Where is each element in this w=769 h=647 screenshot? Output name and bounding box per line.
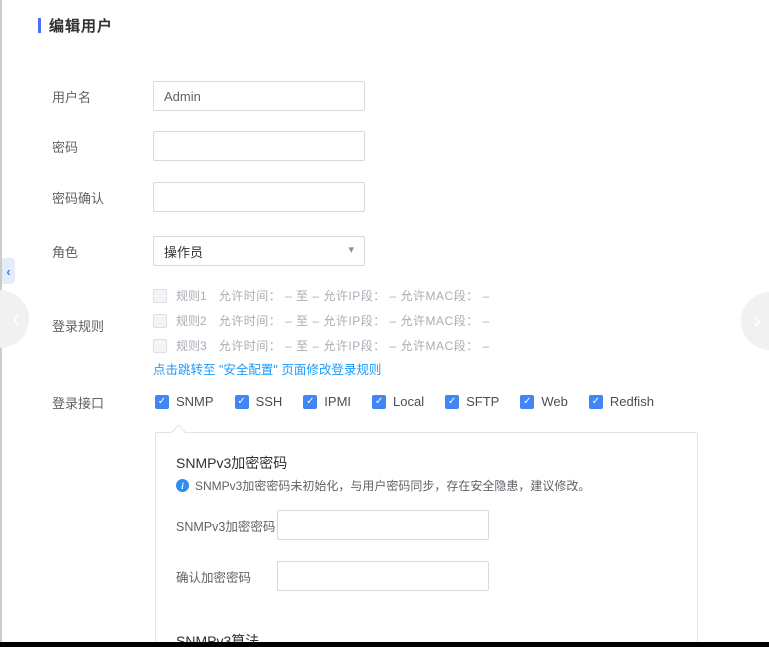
login-rule-row-1[interactable]: 规则1 允许时间： – 至 – 允许IP段： – 允许MAC段： – (153, 283, 490, 308)
info-icon: i (176, 479, 189, 492)
snmp-label: SNMP (176, 394, 214, 409)
snmpv3-notice: i SNMPv3加密密码未初始化，与用户密码同步，存在安全隐患，建议修改。 (176, 477, 590, 494)
password-confirm-row: 密码确认 (52, 182, 365, 212)
login-interfaces-label: 登录接口 (52, 393, 104, 412)
caret-down-icon: ▾ (348, 245, 354, 256)
check-icon: ✓ (523, 397, 531, 407)
interface-ssh[interactable]: ✓ SSH (235, 394, 283, 409)
sidebar-collapse-button[interactable]: ‹ (2, 258, 15, 284)
rule3-name: 规则3 (176, 337, 207, 354)
snmpv3-panel: SNMPv3加密密码 i SNMPv3加密密码未初始化，与用户密码同步，存在安全… (155, 432, 698, 647)
login-rules-label: 登录规则 (52, 316, 104, 335)
snmpv3-panel-title: SNMPv3加密密码 (176, 453, 287, 473)
interface-snmp[interactable]: ✓ SNMP (155, 394, 214, 409)
interface-web[interactable]: ✓ Web (520, 394, 568, 409)
snmp-checkbox: ✓ (155, 395, 169, 409)
role-select[interactable]: 操作员 ▾ (153, 236, 365, 266)
ssh-label: SSH (256, 394, 283, 409)
check-icon: ✓ (237, 397, 245, 407)
snmpv3-password-row: SNMPv3加密密码 (176, 510, 489, 540)
password-input[interactable] (153, 131, 365, 161)
local-checkbox: ✓ (372, 395, 386, 409)
page-title: 编辑用户 (49, 15, 113, 36)
login-rule-row-3[interactable]: 规则3 允许时间： – 至 – 允许IP段： – 允许MAC段： – (153, 333, 490, 358)
ssh-checkbox: ✓ (235, 395, 249, 409)
interface-ipmi[interactable]: ✓ IPMI (303, 394, 351, 409)
web-checkbox: ✓ (520, 395, 534, 409)
carousel-prev-button[interactable]: ‹ (0, 290, 29, 348)
snmpv3-confirm-row: 确认加密密码 (176, 561, 489, 591)
snmpv3-confirm-input[interactable] (277, 561, 489, 591)
chevron-right-icon: › (753, 309, 761, 333)
title-accent-bar (38, 18, 41, 33)
check-icon: ✓ (375, 397, 383, 407)
local-label: Local (393, 394, 424, 409)
role-row: 角色 操作员 ▾ (52, 236, 365, 266)
snmpv3-notice-text: SNMPv3加密密码未初始化，与用户密码同步，存在安全隐患，建议修改。 (195, 477, 590, 494)
security-config-link[interactable]: 点击跳转至 "安全配置" 页面修改登录规则 (153, 359, 381, 378)
sftp-label: SFTP (466, 394, 499, 409)
check-icon: ✓ (158, 397, 166, 407)
ipmi-checkbox: ✓ (303, 395, 317, 409)
password-row: 密码 (52, 131, 365, 161)
chevron-left-icon: ‹ (6, 265, 10, 278)
rule1-checkbox[interactable] (153, 289, 167, 303)
password-label: 密码 (52, 137, 153, 156)
interface-sftp[interactable]: ✓ SFTP (445, 394, 499, 409)
rule2-detail: 允许时间： – 至 – 允许IP段： – 允许MAC段： – (219, 312, 490, 329)
login-rules-block: 规则1 允许时间： – 至 – 允许IP段： – 允许MAC段： – 规则2 允… (153, 283, 490, 358)
bottom-window-edge (0, 642, 769, 647)
rule1-detail: 允许时间： – 至 – 允许IP段： – 允许MAC段： – (219, 287, 490, 304)
snmpv3-password-input[interactable] (277, 510, 489, 540)
snmpv3-password-label: SNMPv3加密密码 (176, 516, 277, 535)
page-header: 编辑用户 (38, 15, 113, 36)
check-icon: ✓ (592, 397, 600, 407)
interface-redfish[interactable]: ✓ Redfish (589, 394, 654, 409)
username-row: 用户名 (52, 81, 365, 111)
check-icon: ✓ (306, 397, 314, 407)
redfish-label: Redfish (610, 394, 654, 409)
edit-user-page: 编辑用户 用户名 密码 密码确认 角色 操作员 ▾ 登录规则 规则1 允许时间：… (0, 0, 769, 647)
interface-local[interactable]: ✓ Local (372, 394, 424, 409)
username-label: 用户名 (52, 87, 153, 106)
login-rule-row-2[interactable]: 规则2 允许时间： – 至 – 允许IP段： – 允许MAC段： – (153, 308, 490, 333)
password-confirm-input[interactable] (153, 182, 365, 212)
rule2-checkbox[interactable] (153, 314, 167, 328)
role-label: 角色 (52, 242, 153, 261)
rule2-name: 规则2 (176, 312, 207, 329)
check-icon: ✓ (448, 397, 456, 407)
role-select-value: 操作员 (164, 242, 203, 261)
rule3-checkbox[interactable] (153, 339, 167, 353)
username-input[interactable] (153, 81, 365, 111)
redfish-checkbox: ✓ (589, 395, 603, 409)
password-confirm-label: 密码确认 (52, 188, 153, 207)
rule1-name: 规则1 (176, 287, 207, 304)
login-interfaces-row: ✓ SNMP ✓ SSH ✓ IPMI ✓ Local ✓ SFTP ✓ Web… (155, 394, 654, 409)
ipmi-label: IPMI (324, 394, 351, 409)
sftp-checkbox: ✓ (445, 395, 459, 409)
carousel-next-button[interactable]: › (741, 292, 769, 350)
rule3-detail: 允许时间： – 至 – 允许IP段： – 允许MAC段： – (219, 337, 490, 354)
web-label: Web (541, 394, 568, 409)
snmpv3-confirm-label: 确认加密密码 (176, 567, 277, 586)
chevron-left-icon: ‹ (12, 307, 20, 331)
